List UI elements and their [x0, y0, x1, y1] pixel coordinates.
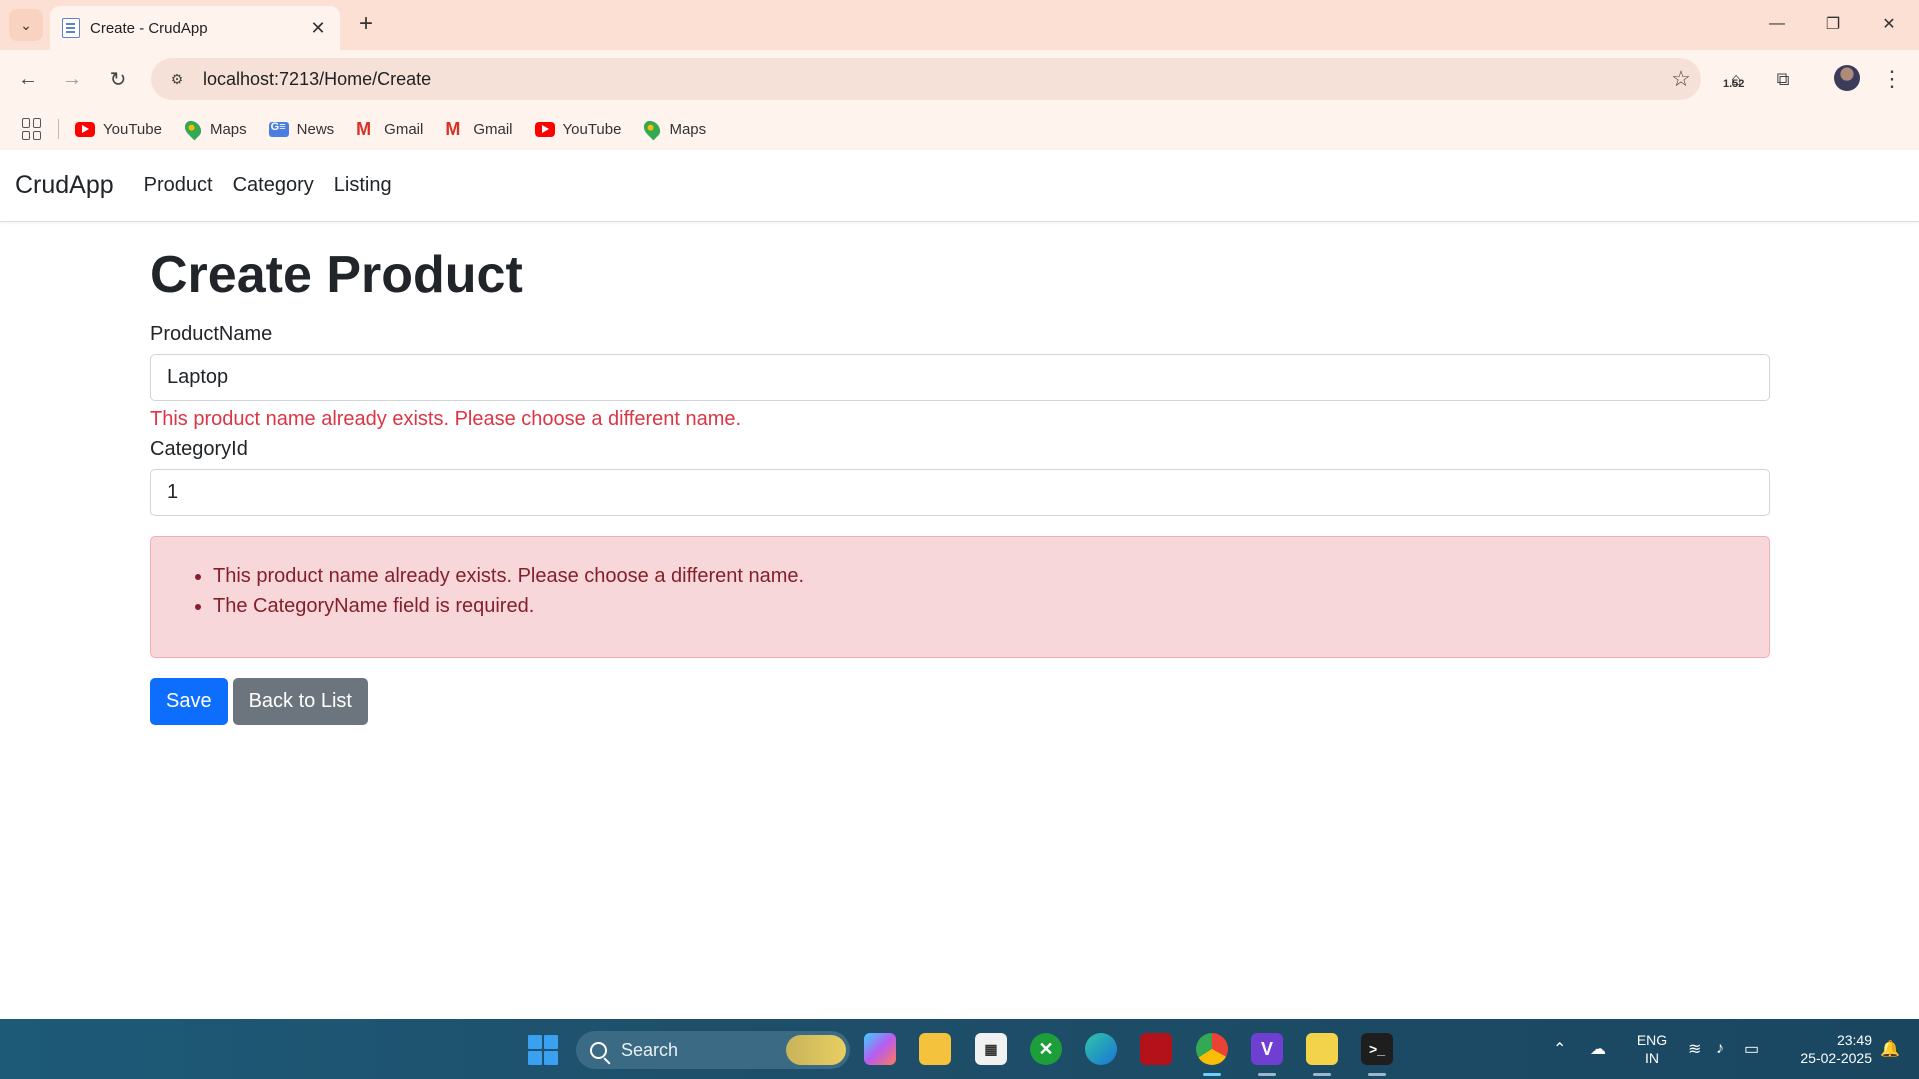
bookmark-star-icon[interactable]: ☆: [1661, 66, 1701, 92]
tab-title: Create - CrudApp: [90, 19, 208, 37]
form-container: Create Product ProductName This product …: [150, 222, 1770, 726]
zoom-badge: 1.52: [1723, 78, 1745, 90]
bookmark-maps[interactable]: Maps: [181, 117, 247, 141]
url-text: localhost:7213/Home/Create: [203, 68, 432, 89]
region-line: IN: [1645, 1050, 1659, 1066]
notes-icon[interactable]: [1306, 1033, 1338, 1065]
running-indicator: [1313, 1073, 1331, 1076]
form-actions: Save Back to List: [150, 678, 1770, 726]
chevron-down-icon: ⌄: [20, 16, 32, 33]
app-navbar: CrudApp Product Category Listing: [0, 150, 1919, 222]
search-highlight-icon: [786, 1035, 846, 1065]
notification-bell-icon[interactable]: 🔔: [1880, 1019, 1900, 1079]
new-tab-button[interactable]: +: [352, 10, 380, 38]
chrome-running-indicator: [1203, 1073, 1221, 1076]
maps-icon: [641, 117, 664, 141]
bookmark-gmail-2[interactable]: M Gmail: [445, 120, 512, 138]
terminal-icon[interactable]: >_: [1361, 1033, 1393, 1065]
windows-start-icon[interactable]: [528, 1035, 558, 1065]
restore-button[interactable]: ❐: [1810, 8, 1856, 40]
menu-icon[interactable]: ⋮: [1880, 64, 1904, 94]
validation-error-item: This product name already exists. Please…: [213, 561, 1769, 591]
taskbar-search-label: Search: [621, 1039, 679, 1060]
gmail-icon: M: [445, 119, 461, 139]
bookmark-label: Gmail: [384, 120, 424, 138]
search-icon: [590, 1041, 607, 1059]
bookmark-label: Maps: [669, 120, 707, 138]
chrome-icon[interactable]: [1196, 1033, 1228, 1065]
news-icon: [268, 121, 289, 137]
tab-search-button[interactable]: ⌄: [9, 9, 43, 41]
wifi-icon[interactable]: ≋: [1688, 1019, 1701, 1079]
category-id-label: CategoryId: [150, 438, 248, 461]
apps-grid-icon[interactable]: [22, 118, 44, 140]
tray-overflow-icon[interactable]: ⌃: [1553, 1019, 1566, 1079]
taskbar-search[interactable]: Search: [576, 1031, 850, 1069]
youtube-icon: [75, 121, 95, 137]
product-name-input[interactable]: [150, 354, 1770, 402]
active-tab[interactable]: Create - CrudApp ✕: [50, 6, 340, 50]
bookmark-label: News: [296, 120, 335, 138]
running-indicator: [1258, 1073, 1276, 1076]
bookmarks-bar: YouTube Maps News MGmail MGmail YouTube …: [0, 108, 1919, 150]
visual-studio-icon[interactable]: V: [1251, 1033, 1283, 1065]
maps-icon: [181, 117, 205, 141]
nav-listing[interactable]: Listing: [334, 174, 392, 197]
running-indicator: [1368, 1073, 1386, 1076]
tab-strip: ⌄ Create - CrudApp ✕ + — ❐ ✕: [0, 0, 1919, 50]
edge-icon[interactable]: [1085, 1033, 1117, 1065]
address-bar[interactable]: ⚙ localhost:7213/Home/Create ☆: [151, 58, 1701, 100]
bookmark-label: Gmail: [473, 120, 513, 138]
clock-time: 23:49: [1836, 1032, 1872, 1048]
windows-taskbar: Search ▦ ✕ V >_ ⌃ ☁ ENG IN ≋ ♪ ▭ 23:49 2…: [0, 1019, 1919, 1079]
language-indicator[interactable]: ENG IN: [1634, 1031, 1670, 1067]
profile-avatar[interactable]: [1834, 65, 1860, 91]
bookmark-label: Maps: [209, 120, 247, 138]
language-line: ENG: [1636, 1032, 1668, 1048]
copilot-icon[interactable]: [864, 1033, 896, 1065]
reload-button[interactable]: ↻: [102, 63, 134, 95]
bookmark-gmail[interactable]: M Gmail: [356, 120, 423, 138]
product-name-error: This product name already exists. Please…: [150, 408, 742, 431]
nav-product[interactable]: Product: [144, 174, 213, 197]
bookmarks-divider: [58, 119, 59, 139]
clock-date: 25-02-2025: [1800, 1050, 1872, 1066]
app-icon[interactable]: [1140, 1033, 1172, 1065]
category-id-input[interactable]: [150, 469, 1770, 517]
close-window-button[interactable]: ✕: [1866, 8, 1912, 40]
xbox-icon[interactable]: ✕: [1030, 1033, 1062, 1065]
battery-icon[interactable]: ▭: [1744, 1019, 1759, 1079]
back-to-list-button[interactable]: Back to List: [232, 678, 368, 726]
minimize-button[interactable]: —: [1754, 8, 1800, 40]
bookmark-youtube[interactable]: YouTube: [75, 121, 162, 138]
bookmark-label: YouTube: [562, 120, 622, 138]
file-explorer-icon[interactable]: [919, 1033, 951, 1065]
product-name-label: ProductName: [150, 323, 273, 346]
browser-toolbar: ← → ↻ ⚙ localhost:7213/Home/Create ☆ ⌂ ⧉…: [0, 50, 1919, 108]
bookmark-maps-2[interactable]: Maps: [641, 117, 707, 141]
microsoft-store-icon[interactable]: ▦: [975, 1033, 1007, 1065]
save-button[interactable]: Save: [150, 678, 228, 726]
bookmark-youtube-2[interactable]: YouTube: [534, 120, 622, 138]
validation-error-item: The CategoryName field is required.: [213, 591, 1769, 621]
site-info-icon[interactable]: ⚙: [157, 71, 197, 88]
gmail-icon: M: [356, 119, 372, 139]
validation-summary: This product name already exists. Please…: [150, 536, 1770, 659]
close-tab-icon[interactable]: ✕: [308, 18, 328, 39]
onedrive-icon[interactable]: ☁: [1590, 1019, 1606, 1079]
nav-category[interactable]: Category: [233, 174, 314, 197]
clock[interactable]: 23:49 25-02-2025: [1780, 1031, 1872, 1067]
extensions-icon[interactable]: ⧉: [1768, 64, 1798, 94]
youtube-icon: [534, 121, 555, 137]
forward-button[interactable]: →: [56, 63, 88, 95]
back-button[interactable]: ←: [12, 63, 44, 95]
page-title: Create Product: [150, 246, 523, 304]
page-favicon-icon: [62, 18, 80, 38]
bookmark-label: YouTube: [103, 120, 162, 138]
app-brand[interactable]: CrudApp: [15, 171, 114, 200]
bookmark-news[interactable]: News: [268, 120, 335, 138]
volume-icon[interactable]: ♪: [1716, 1019, 1724, 1079]
